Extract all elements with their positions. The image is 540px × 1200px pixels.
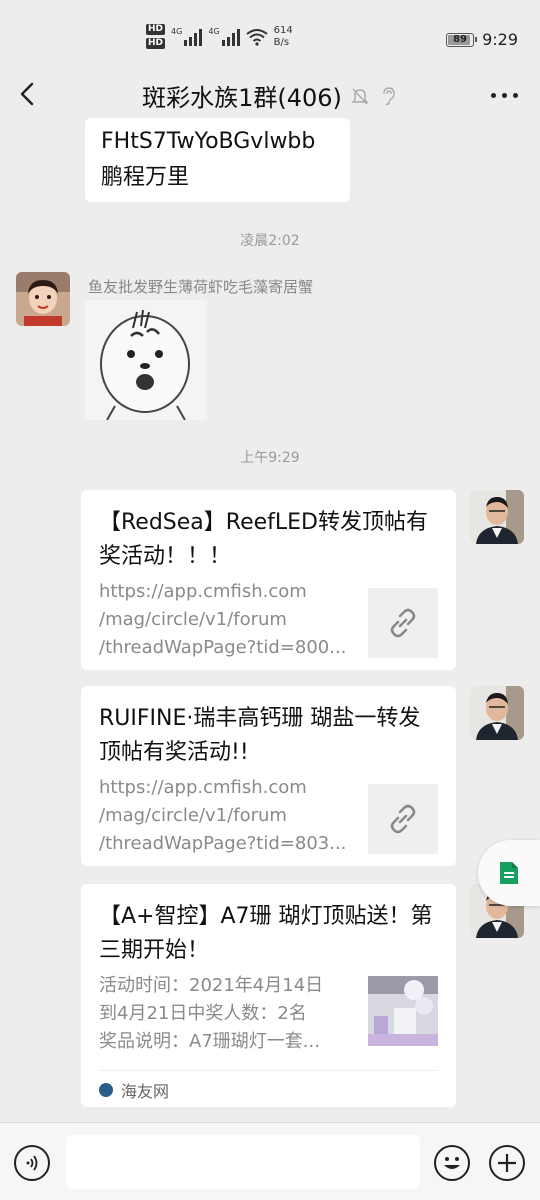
status-time: 9:29 [482,30,518,49]
voice-button[interactable] [14,1145,50,1181]
document-icon [500,862,518,884]
emoji-icon [444,1157,460,1169]
message-timestamp: 上午9:29 [240,450,300,466]
card-description: https://app.cmfish.com /mag/circle/v1/fo… [99,581,347,658]
battery-icon: 89 [446,32,478,47]
link-thumbnail [368,588,438,658]
voice-icon [26,1155,38,1171]
message-text: FHtS7TwYoBGvlwbb [101,129,316,154]
source-logo-icon [99,1082,113,1097]
plus-icon [498,1154,516,1172]
link-thumbnail [368,784,438,854]
hd-badge: HD [146,24,166,35]
wifi-icon [245,28,268,46]
avatar[interactable] [16,272,70,326]
avatar-self[interactable] [470,490,524,544]
status-left: HD HD 4G 4G 614 B/s [146,24,293,49]
card-title: 【RedSea】ReefLED转发顶帖有奖活动！！！ [99,510,428,569]
card-description: 活动时间：2021年4月14日 到4月21日中奖人数：2名 奖品说明：A7珊瑚灯… [99,975,324,1052]
hd-badge: HD [146,38,166,49]
ear-icon [383,86,395,105]
signal-icon: 4G [171,27,203,46]
input-bar [0,1122,540,1200]
link-icon [390,804,416,834]
status-right: 89 9:29 [446,30,518,49]
chat-header: 斑彩水族1群(406) [0,66,540,124]
sticker-image[interactable] [85,300,207,421]
avatar-self[interactable] [470,686,524,740]
more-icon[interactable] [491,93,518,98]
card-source-name: 海友网 [121,1081,170,1101]
card-thumbnail-image [368,976,438,1046]
card-source: 海友网 [99,1070,438,1108]
message-input[interactable] [66,1135,420,1189]
link-icon [390,608,416,638]
signal-icon: 4G [208,27,240,46]
floating-doc-tab[interactable] [478,840,540,906]
message-timestamp: 凌晨2:02 [240,233,300,249]
emoji-button[interactable] [434,1145,470,1181]
message-text: 鹏程万里 [101,165,190,190]
mute-bell-icon [351,88,369,104]
add-button[interactable] [489,1145,525,1181]
link-card[interactable]: 【RedSea】ReefLED转发顶帖有奖活动！！！ https://app.c… [81,490,456,670]
card-title: 【A+智控】A7珊 瑚灯顶贴送！第三期开始！ [99,904,433,963]
link-card[interactable]: 【A+智控】A7珊 瑚灯顶贴送！第三期开始！ 活动时间：2021年4月14日 到… [81,884,456,1107]
message-bubble[interactable]: FHtS7TwYoBGvlwbb 鹏程万里 [85,118,350,202]
link-card[interactable]: RUIFINE·瑞丰高钙珊 瑚盐一转发顶帖有奖活动!! https://app.… [81,686,456,866]
card-title: RUIFINE·瑞丰高钙珊 瑚盐一转发顶帖有奖活动!! [99,706,421,765]
net-speed: 614 B/s [273,24,293,48]
card-description: https://app.cmfish.com /mag/circle/v1/fo… [99,777,347,854]
sender-name: 鱼友批发野生薄荷虾吃毛藻寄居蟹 [88,278,314,296]
chat-title[interactable]: 斑彩水族1群(406) [142,78,342,113]
